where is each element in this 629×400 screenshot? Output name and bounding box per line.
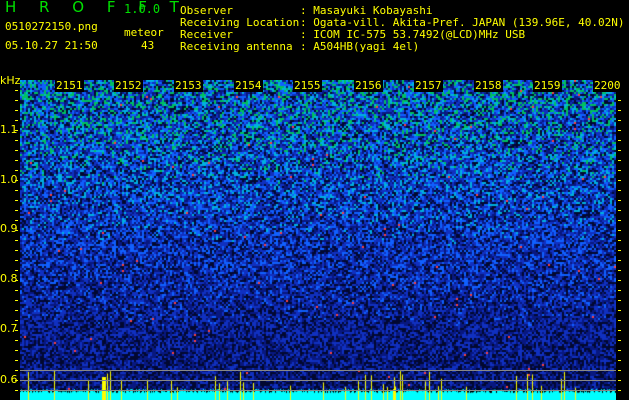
guide-line [20,380,616,381]
axis-tick [618,320,621,321]
info-label-antenna: Receiving antenna [180,40,293,53]
axis-tick [15,320,18,321]
time-label: 2158 [474,79,503,92]
spectrogram [20,80,616,400]
axis-tick [15,130,18,131]
axis-tick [618,290,621,291]
axis-tick [15,220,18,221]
axis-tick [15,350,18,351]
axis-tick [618,220,621,221]
axis-tick [618,160,621,161]
axis-tick [15,310,18,311]
y-unit-label: kHz [0,74,21,87]
axis-tick [618,190,621,191]
axis-tick [15,160,18,161]
guide-line [20,390,616,391]
y-label: 0.7 [0,322,18,335]
axis-tick [618,100,621,101]
axis-tick [15,270,18,271]
axis-tick [618,230,621,231]
app-title: H R O F F T [5,0,188,16]
axis-tick [618,270,621,271]
app-version: 1.0.0 [124,2,161,16]
axis-tick [618,340,621,341]
axis-tick [15,390,18,391]
time-label: 2200 [593,79,622,92]
time-label: 2153 [174,79,203,92]
time-label: 2159 [533,79,562,92]
y-label: 0.8 [0,272,18,285]
axis-tick [15,120,18,121]
y-label: 0.9 [0,222,18,235]
axis-tick [618,150,621,151]
axis-tick [618,390,621,391]
axis-tick [15,90,18,91]
axis-tick [618,110,621,111]
time-label: 2155 [293,79,322,92]
axis-tick [618,280,621,281]
axis-tick [15,370,18,371]
filename: 0510272150.png [5,20,98,33]
axis-tick [618,170,621,171]
axis-tick [15,360,18,361]
axis-tick [618,120,621,121]
axis-tick [15,190,18,191]
axis-tick [15,110,18,111]
axis-tick [618,260,621,261]
axis-tick [15,340,18,341]
axis-tick [15,210,18,211]
time-label: 2151 [55,79,84,92]
meteor-label: meteor [124,26,164,39]
axis-tick [15,280,18,281]
axis-tick [618,200,621,201]
axis-tick [618,140,621,141]
axis-tick [15,380,18,381]
time-label: 2157 [414,79,443,92]
axis-tick [618,310,621,311]
axis-tick [618,300,621,301]
axis-tick [15,140,18,141]
meteor-count: 43 [141,39,155,52]
axis-tick [15,290,18,291]
time-label: 2152 [114,79,143,92]
axis-tick [15,170,18,171]
axis-tick [618,240,621,241]
axis-tick [15,300,18,301]
axis-tick [15,230,18,231]
axis-tick [618,210,621,211]
time-label: 2154 [234,79,263,92]
axis-tick [618,250,621,251]
axis-tick [15,150,18,151]
axis-tick [618,330,621,331]
axis-tick [15,250,18,251]
axis-tick [618,360,621,361]
info-value-antenna: : A504HB(yagi 4el) [300,40,420,53]
axis-tick [618,370,621,371]
guide-line [20,370,616,371]
axis-tick [15,260,18,261]
axis-tick [618,350,621,351]
axis-tick [15,240,18,241]
axis-tick [15,180,18,181]
datetime: 05.10.27 21:50 [5,39,98,52]
axis-tick [618,180,621,181]
axis-tick [15,330,18,331]
axis-tick [15,100,18,101]
time-label: 2156 [354,79,383,92]
axis-tick [15,200,18,201]
axis-tick [618,130,621,131]
axis-tick [618,380,621,381]
